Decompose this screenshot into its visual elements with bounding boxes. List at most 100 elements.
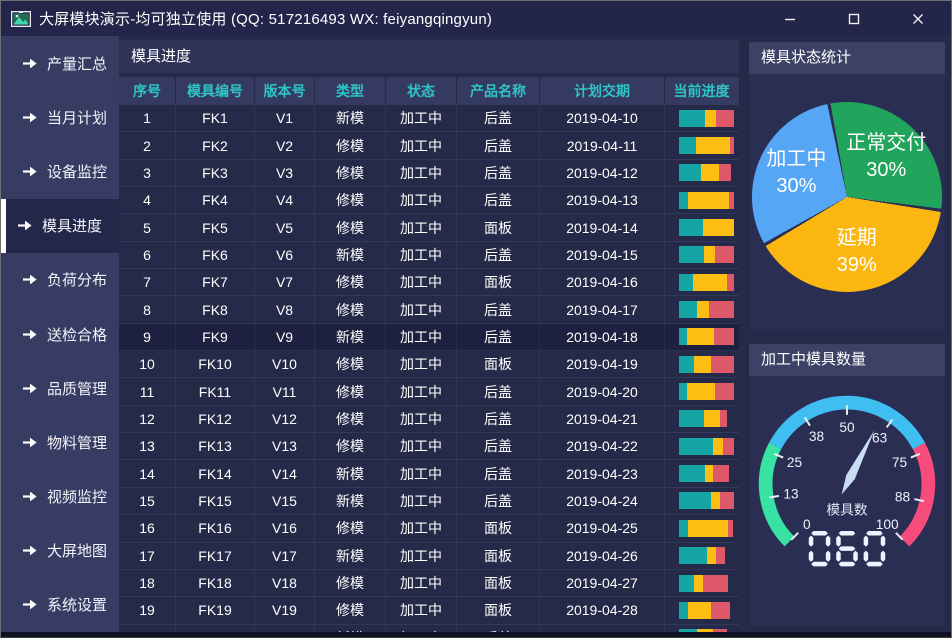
cell-version: V1 bbox=[255, 105, 315, 131]
cell-status: 加工中 bbox=[386, 296, 457, 322]
table-row[interactable]: 10 FK10 V10 修模 加工中 面板 2019-04-19 bbox=[119, 351, 739, 378]
cell-progress bbox=[665, 160, 738, 186]
cell-progress bbox=[665, 242, 738, 268]
cell-mold-id: FK7 bbox=[176, 269, 255, 295]
sidebar-item-9[interactable]: 视频监控 bbox=[1, 470, 119, 524]
sidebar-item-5[interactable]: 负荷分布 bbox=[1, 253, 119, 307]
cell-product: 面板 bbox=[457, 543, 540, 569]
svg-text:88: 88 bbox=[895, 489, 911, 504]
cell-seq: 12 bbox=[119, 406, 176, 432]
cell-type: 新模 bbox=[315, 324, 386, 350]
table-row[interactable]: 3 FK3 V3 修模 加工中 后盖 2019-04-12 bbox=[119, 160, 739, 187]
cell-seq: 4 bbox=[119, 187, 176, 213]
cell-type: 新模 bbox=[315, 105, 386, 131]
minimize-button[interactable] bbox=[777, 7, 803, 31]
progress-bar bbox=[679, 328, 734, 345]
cell-progress bbox=[665, 105, 738, 131]
table-row[interactable]: 9 FK9 V9 新模 加工中 后盖 2019-04-18 bbox=[119, 324, 739, 351]
cell-type: 修模 bbox=[315, 132, 386, 158]
cell-product: 后盖 bbox=[457, 324, 540, 350]
svg-text:模具数: 模具数 bbox=[826, 502, 867, 517]
cell-progress bbox=[665, 214, 738, 240]
cell-type: 修模 bbox=[315, 515, 386, 541]
sidebar-item-label: 大屏地图 bbox=[47, 540, 107, 561]
progress-bar bbox=[679, 575, 734, 592]
table-row[interactable]: 19 FK19 V19 修模 加工中 面板 2019-04-28 bbox=[119, 597, 739, 624]
sidebar-item-3[interactable]: 设备监控 bbox=[1, 144, 119, 198]
cell-progress bbox=[665, 324, 738, 350]
sidebar-item-11[interactable]: 系统设置 bbox=[1, 578, 119, 632]
cell-seq: 2 bbox=[119, 132, 176, 158]
maximize-button[interactable] bbox=[841, 7, 867, 31]
sidebar-item-10[interactable]: 大屏地图 bbox=[1, 524, 119, 578]
progress-bar bbox=[679, 602, 734, 619]
table-row[interactable]: 16 FK16 V16 修模 加工中 面板 2019-04-25 bbox=[119, 515, 739, 542]
cell-product: 后盖 bbox=[457, 378, 540, 404]
table-row[interactable]: 6 FK6 V6 新模 加工中 后盖 2019-04-15 bbox=[119, 242, 739, 269]
sidebar-item-2[interactable]: 当月计划 bbox=[1, 90, 119, 144]
column-header: 类型 bbox=[315, 77, 386, 105]
table-row[interactable]: 8 FK8 V8 修模 加工中 后盖 2019-04-17 bbox=[119, 296, 739, 323]
table-row[interactable]: 17 FK17 V17 新模 加工中 面板 2019-04-26 bbox=[119, 543, 739, 570]
table-row[interactable]: 20 FK20 V20 新模 加工中 后盖 2019-04-29 bbox=[119, 625, 739, 632]
sidebar-item-7[interactable]: 品质管理 bbox=[1, 361, 119, 415]
sidebar-item-6[interactable]: 送检合格 bbox=[1, 307, 119, 361]
table-row[interactable]: 14 FK14 V14 新模 加工中 后盖 2019-04-23 bbox=[119, 460, 739, 487]
column-header: 序号 bbox=[119, 77, 176, 105]
cell-status: 加工中 bbox=[386, 488, 457, 514]
close-button[interactable] bbox=[905, 7, 931, 31]
table-row[interactable]: 15 FK15 V15 新模 加工中 后盖 2019-04-24 bbox=[119, 488, 739, 515]
gauge-panel-title: 加工中模具数量 bbox=[749, 344, 945, 376]
cell-status: 加工中 bbox=[386, 433, 457, 459]
gauge-chart: 013253850637588100模具数 bbox=[749, 376, 945, 626]
arrow-right-icon bbox=[18, 220, 32, 231]
table-row[interactable]: 7 FK7 V7 修模 加工中 面板 2019-04-16 bbox=[119, 269, 739, 296]
table-row[interactable]: 5 FK5 V5 修模 加工中 面板 2019-04-14 bbox=[119, 214, 739, 241]
cell-version: V17 bbox=[255, 543, 315, 569]
cell-due-date: 2019-04-16 bbox=[540, 269, 665, 295]
cell-version: V2 bbox=[255, 132, 315, 158]
cell-type: 修模 bbox=[315, 214, 386, 240]
cell-mold-id: FK4 bbox=[176, 187, 255, 213]
table-row[interactable]: 4 FK4 V4 修模 加工中 后盖 2019-04-13 bbox=[119, 187, 739, 214]
cell-version: V3 bbox=[255, 160, 315, 186]
cell-product: 后盖 bbox=[457, 460, 540, 486]
cell-mold-id: FK12 bbox=[176, 406, 255, 432]
column-header: 模具编号 bbox=[176, 77, 255, 105]
cell-progress bbox=[665, 460, 738, 486]
arrow-right-icon bbox=[23, 329, 37, 340]
cell-seq: 5 bbox=[119, 214, 176, 240]
cell-seq: 19 bbox=[119, 597, 176, 623]
table-row[interactable]: 12 FK12 V12 修模 加工中 后盖 2019-04-21 bbox=[119, 406, 739, 433]
table-row[interactable]: 18 FK18 V18 修模 加工中 面板 2019-04-27 bbox=[119, 570, 739, 597]
arrow-right-icon bbox=[23, 166, 37, 177]
sidebar-item-4[interactable]: 模具进度 bbox=[1, 199, 119, 253]
cell-status: 加工中 bbox=[386, 543, 457, 569]
cell-due-date: 2019-04-26 bbox=[540, 543, 665, 569]
cell-mold-id: FK2 bbox=[176, 132, 255, 158]
app-logo-icon bbox=[11, 11, 31, 27]
cell-status: 加工中 bbox=[386, 597, 457, 623]
table-row[interactable]: 1 FK1 V1 新模 加工中 后盖 2019-04-10 bbox=[119, 105, 739, 132]
cell-mold-id: FK11 bbox=[176, 378, 255, 404]
svg-text:100: 100 bbox=[876, 517, 899, 532]
cell-product: 面板 bbox=[457, 269, 540, 295]
table-row[interactable]: 11 FK11 V11 修模 加工中 后盖 2019-04-20 bbox=[119, 378, 739, 405]
cell-product: 后盖 bbox=[457, 160, 540, 186]
cell-due-date: 2019-04-29 bbox=[540, 625, 665, 632]
sidebar-item-label: 系统设置 bbox=[47, 594, 107, 615]
cell-status: 加工中 bbox=[386, 132, 457, 158]
cell-due-date: 2019-04-20 bbox=[540, 378, 665, 404]
progress-bar bbox=[679, 410, 734, 427]
table-row[interactable]: 2 FK2 V2 修模 加工中 后盖 2019-04-11 bbox=[119, 132, 739, 159]
progress-bar bbox=[679, 246, 734, 263]
window-title: 大屏模块演示-均可独立使用 (QQ: 517216493 WX: feiyang… bbox=[39, 8, 492, 29]
sidebar-item-8[interactable]: 物料管理 bbox=[1, 415, 119, 469]
table-row[interactable]: 13 FK13 V13 修模 加工中 后盖 2019-04-22 bbox=[119, 433, 739, 460]
svg-text:38: 38 bbox=[809, 429, 825, 444]
sidebar-item-1[interactable]: 产量汇总 bbox=[1, 36, 119, 90]
svg-text:0: 0 bbox=[803, 517, 811, 532]
cell-version: V4 bbox=[255, 187, 315, 213]
svg-text:25: 25 bbox=[787, 455, 803, 470]
cell-type: 修模 bbox=[315, 597, 386, 623]
